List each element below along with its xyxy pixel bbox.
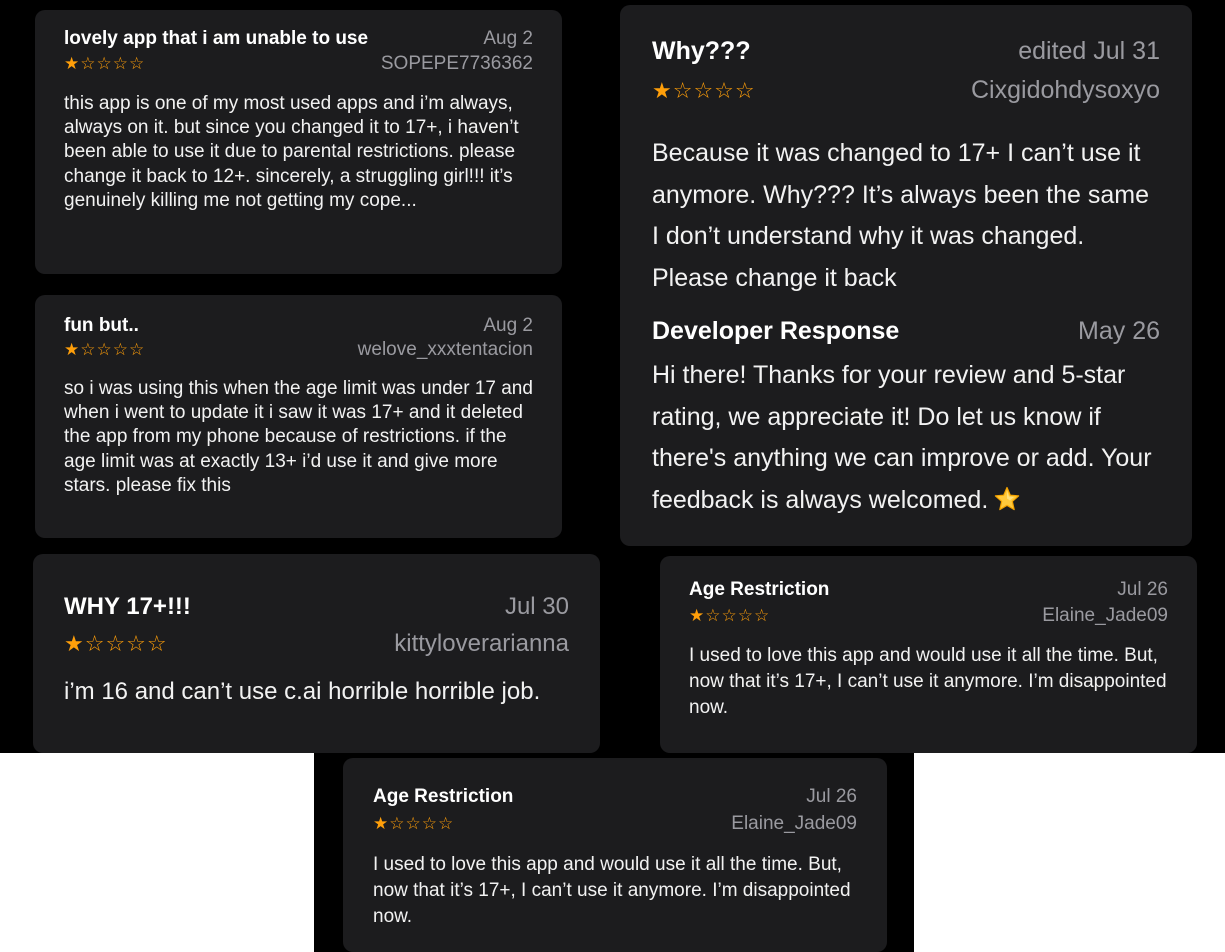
review-body: so i was using this when the age limit w… [64,378,533,496]
star-rating: ★☆☆☆☆ [64,631,168,656]
screenshot-panel-top-right: Why??? edited Jul 31 ★☆☆☆☆ Cixgidohdysox… [590,0,1225,548]
review-author: SOPEPE7736362 [380,53,533,74]
review-title: Age Restriction [373,786,514,807]
developer-response-header: Developer Response May 26 [652,317,1160,349]
developer-response-title: Developer Response [652,317,900,345]
screenshot-panel-bottom: Age Restriction Jul 26 ★☆☆☆☆ Elaine_Jade… [314,753,914,952]
review-card[interactable]: Age Restriction Jul 26 ★☆☆☆☆ Elaine_Jade… [660,556,1197,753]
review-body: I used to love this app and would use it… [689,645,1167,718]
review-author: Elaine_Jade09 [731,813,857,834]
review-card[interactable]: WHY 17+!!! Jul 30 ★☆☆☆☆ kittyloverariann… [33,554,600,753]
review-body: Because it was changed to 17+ I can’t us… [652,139,1150,292]
star-rating: ★☆☆☆☆ [64,340,146,359]
screenshot-panel-middle-left: WHY 17+!!! Jul 30 ★☆☆☆☆ kittyloverariann… [0,548,625,753]
review-author: kittyloverarianna [394,630,569,657]
star-rating: ★☆☆☆☆ [64,54,146,73]
review-title: fun but.. [64,315,139,336]
review-title: Age Restriction [689,579,830,600]
star-rating: ★☆☆☆☆ [689,606,771,625]
review-author: Cixgidohdysoxyo [971,76,1160,104]
review-date: Jul 30 [504,593,569,620]
screenshot-panel-top-left: lovely app that i am unable to use Aug 2… [0,0,590,548]
review-date: edited Jul 31 [1018,37,1160,65]
review-date: Jul 26 [806,786,857,807]
star-rating: ★☆☆☆☆ [652,78,756,103]
review-date: Jul 26 [1117,579,1168,600]
review-date: Aug 2 [483,28,533,49]
review-card[interactable]: Age Restriction Jul 26 ★☆☆☆☆ Elaine_Jade… [343,758,887,952]
developer-response-text: Hi there! Thanks for your review and 5-s… [652,361,1152,514]
review-body: this app is one of my most used apps and… [64,93,519,211]
star-emoji-icon [994,484,1020,526]
review-date: Aug 2 [483,315,533,336]
review-author: Elaine_Jade09 [1042,605,1168,626]
review-card[interactable]: fun but.. Aug 2 ★☆☆☆☆ welove_xxxtentacio… [35,295,562,538]
developer-response-date: May 26 [1078,317,1160,345]
review-body: i’m 16 and can’t use c.ai horrible horri… [64,678,541,705]
developer-response-body: Hi there! Thanks for your review and 5-s… [652,355,1160,525]
screenshot-panel-middle-right: Age Restriction Jul 26 ★☆☆☆☆ Elaine_Jade… [625,548,1225,753]
review-title: WHY 17+!!! [64,593,191,620]
review-author: welove_xxxtentacion [357,339,533,360]
star-rating: ★☆☆☆☆ [373,814,455,833]
review-body: I used to love this app and would use it… [373,854,851,927]
review-card[interactable]: Why??? edited Jul 31 ★☆☆☆☆ Cixgidohdysox… [620,5,1192,546]
review-title: Why??? [652,37,751,65]
review-title: lovely app that i am unable to use [64,28,369,49]
review-card[interactable]: lovely app that i am unable to use Aug 2… [35,10,562,274]
